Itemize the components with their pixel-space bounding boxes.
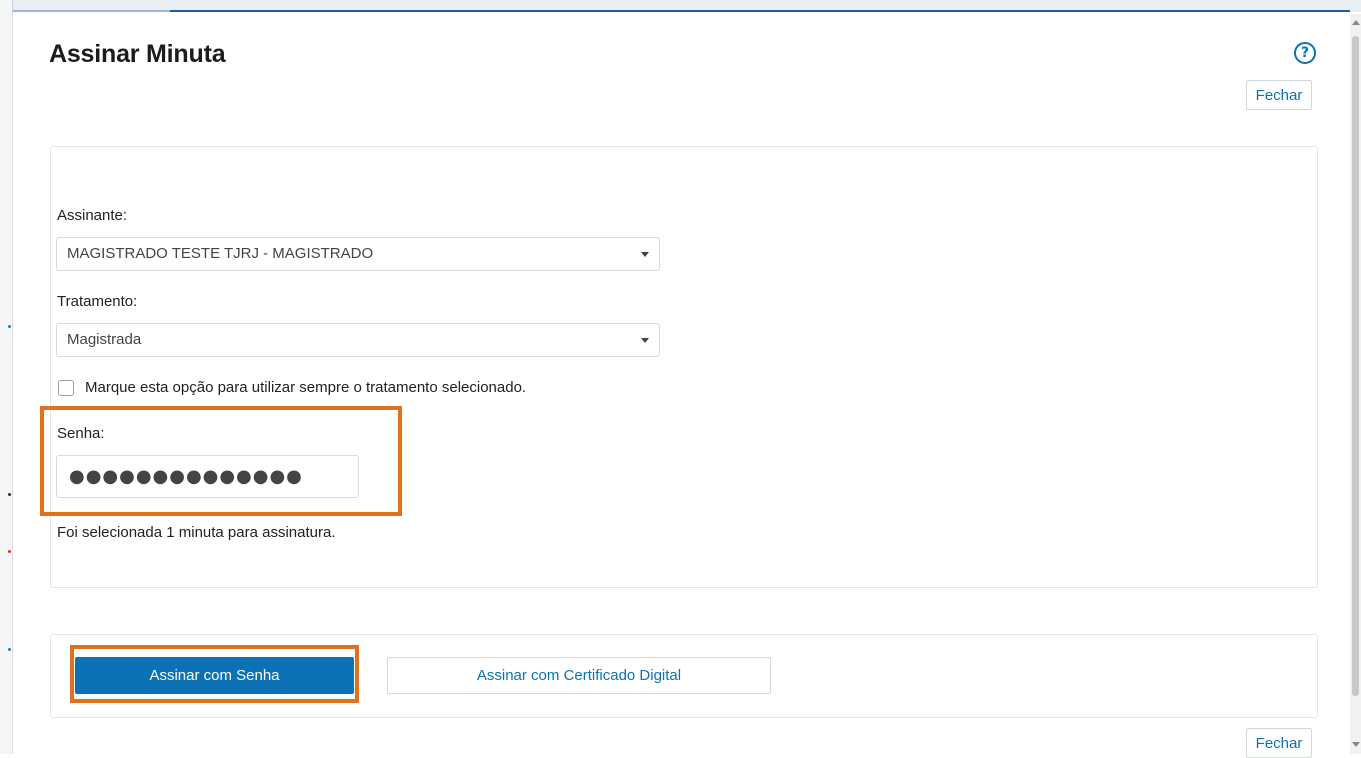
background-bar: [0, 10, 170, 12]
chevron-down-icon: [641, 252, 649, 257]
always-use-treatment-label: Marque esta opção para utilizar sempre o…: [85, 379, 527, 396]
modal-title: Assinar Minuta: [49, 40, 226, 68]
assinante-label: Assinante:: [57, 207, 128, 224]
sign-with-certificate-button[interactable]: Assinar com Certificado Digital: [387, 657, 771, 694]
tratamento-select[interactable]: Magistrada: [56, 323, 660, 357]
sign-form-panel: Assinante: MAGISTRADO TESTE TJRJ - MAGIS…: [50, 146, 1318, 588]
scroll-up-icon[interactable]: [1352, 20, 1360, 25]
background-bar-accent: [170, 10, 1350, 12]
assinante-select[interactable]: MAGISTRADO TESTE TJRJ - MAGISTRADO: [56, 237, 660, 271]
scroll-down-icon[interactable]: [1352, 742, 1360, 747]
always-use-treatment-checkbox[interactable]: [58, 380, 74, 396]
selection-info-text: Foi selecionada 1 minuta para assinatura…: [57, 524, 336, 541]
sign-button-highlight-box: [70, 645, 359, 703]
password-highlight-box: [40, 406, 402, 516]
sign-draft-modal: Assinar Minuta ? Fechar Assinante: MAGIS…: [12, 14, 1348, 758]
scrollbar-thumb[interactable]: [1352, 36, 1359, 696]
tratamento-select-value: Magistrada: [67, 331, 142, 348]
modal-scrollbar[interactable]: [1350, 14, 1361, 754]
background-marker: [8, 550, 11, 553]
background-page-header: [0, 0, 1361, 12]
assinante-select-value: MAGISTRADO TESTE TJRJ - MAGISTRADO: [67, 245, 374, 262]
question-circle-icon[interactable]: ?: [1294, 42, 1316, 64]
background-marker: [8, 648, 11, 651]
close-button-top[interactable]: Fechar: [1246, 80, 1312, 110]
chevron-down-icon: [641, 338, 649, 343]
background-marker: [8, 325, 11, 328]
tratamento-label: Tratamento:: [57, 293, 138, 310]
background-marker: [8, 493, 11, 496]
